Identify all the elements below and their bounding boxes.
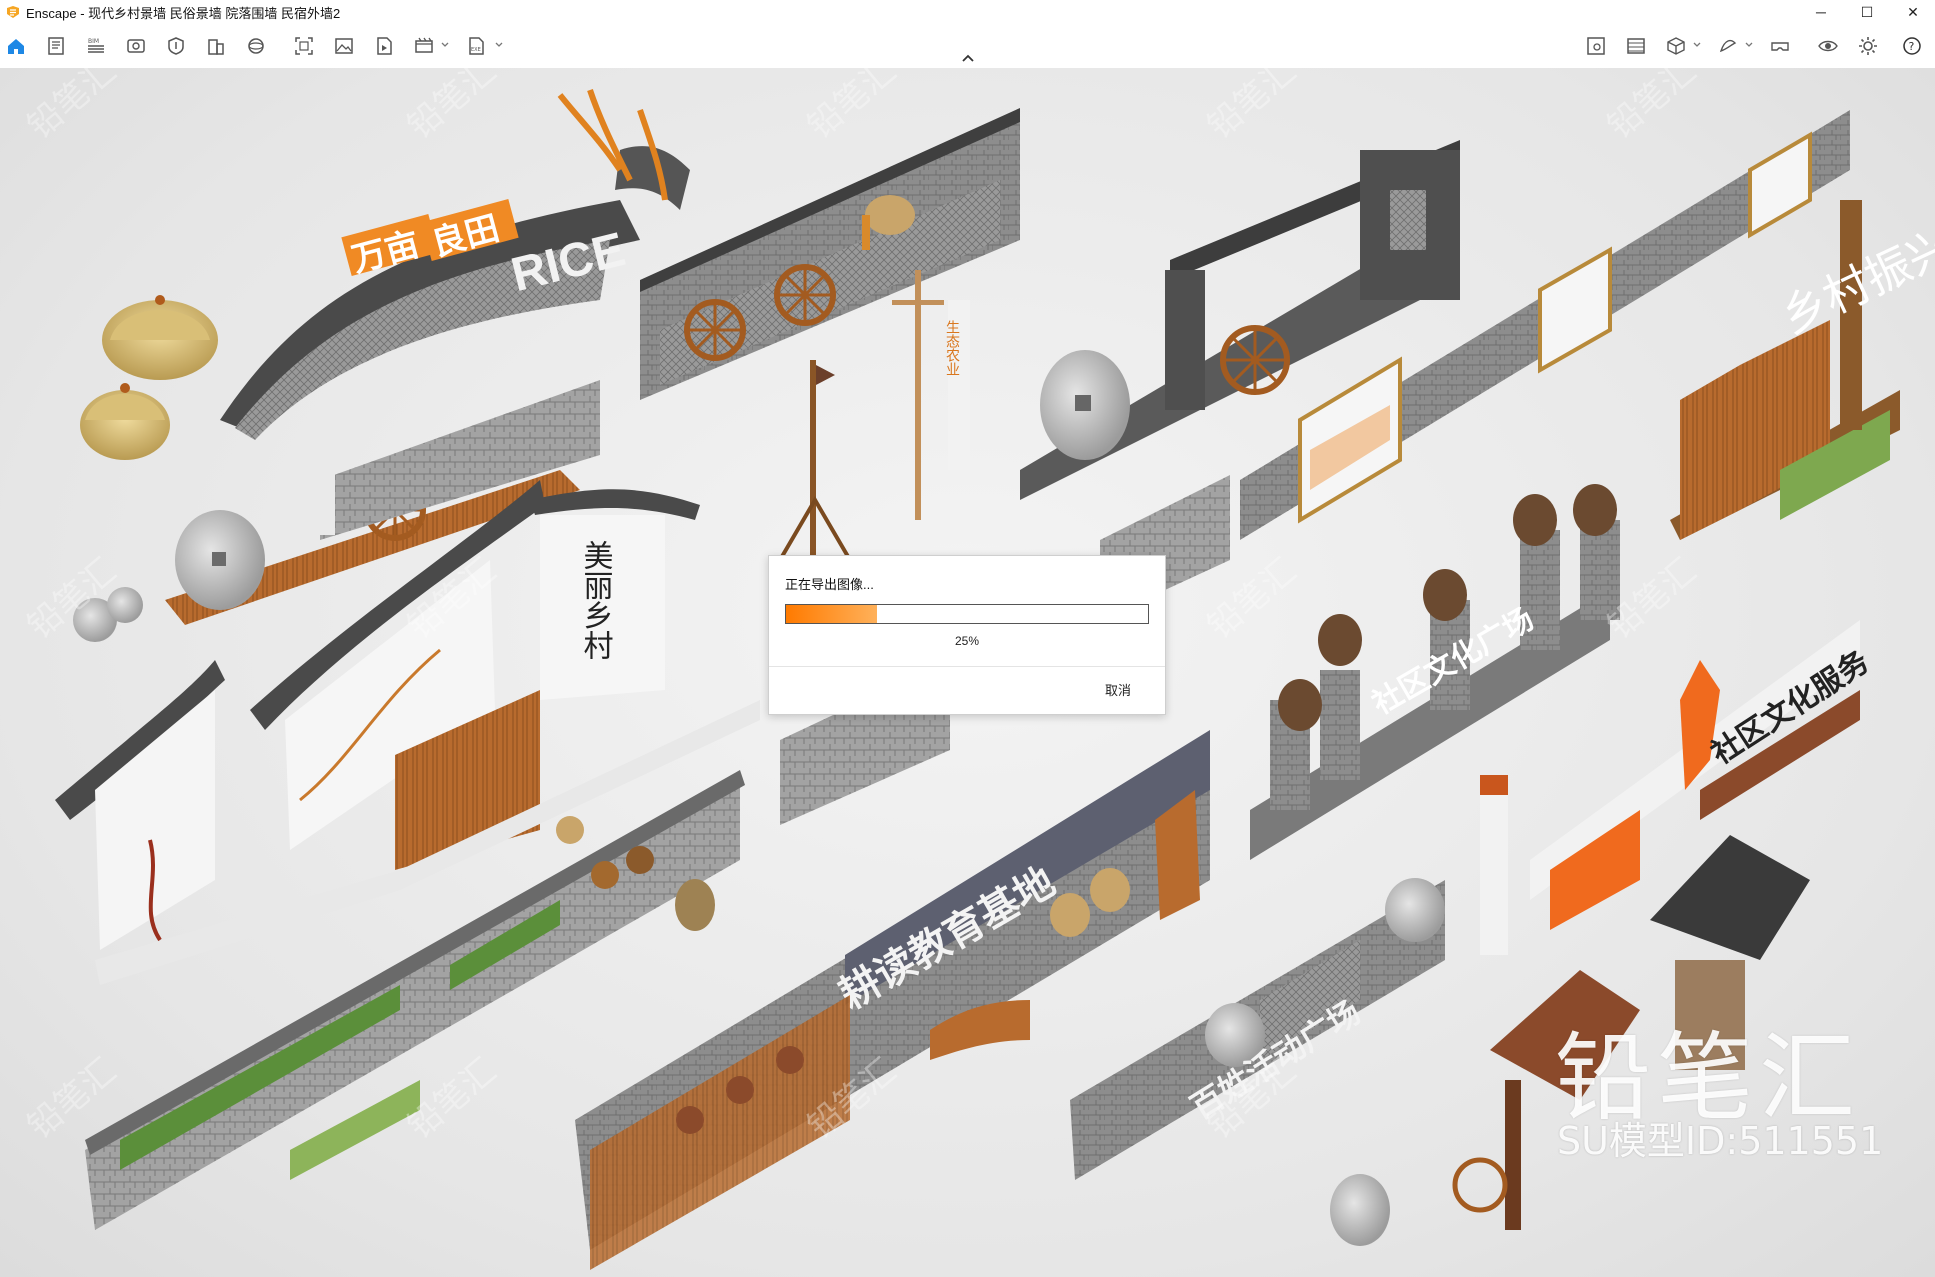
settings-panel-icon[interactable] <box>44 34 68 58</box>
close-button[interactable]: ✕ <box>1891 0 1935 24</box>
progress-fill <box>786 605 877 623</box>
watermark-text: 铅笔汇 <box>400 68 504 147</box>
collapse-toolbar-icon[interactable] <box>958 52 978 66</box>
sketch-icon[interactable] <box>1716 34 1740 58</box>
watermark-text: 铅笔汇 <box>1200 68 1304 147</box>
eye-icon[interactable] <box>1816 34 1840 58</box>
svg-text:?: ? <box>1909 40 1915 53</box>
bim-icon[interactable]: BIM <box>84 34 108 58</box>
straw-baskets <box>80 295 218 460</box>
export-progress-dialog: 正在导出图像... 25% 取消 <box>768 555 1166 715</box>
gear-icon[interactable] <box>1856 34 1880 58</box>
capture-icon[interactable] <box>292 34 316 58</box>
building-icon[interactable] <box>204 34 228 58</box>
pole-sign-text: 生态农业 <box>944 320 960 376</box>
export-dropdown-icon[interactable] <box>494 40 504 50</box>
export-progress-bar <box>785 604 1149 624</box>
svg-text:BIM: BIM <box>88 38 99 45</box>
model-dropdown-icon[interactable] <box>1692 40 1702 50</box>
asset-library-icon[interactable] <box>1584 34 1608 58</box>
visual-settings-icon[interactable] <box>164 34 188 58</box>
panorama-icon[interactable] <box>244 34 268 58</box>
batch-render-icon[interactable] <box>412 34 436 58</box>
minimize-button[interactable]: ─ <box>1799 0 1843 24</box>
video-icon[interactable] <box>372 34 396 58</box>
sketch-dropdown-icon[interactable] <box>1744 40 1754 50</box>
village-gate: 美丽乡村 <box>55 480 760 985</box>
export-icon[interactable]: EXE <box>464 34 488 58</box>
cancel-button[interactable]: 取消 <box>1105 680 1131 699</box>
watermark-text: 铅笔汇 <box>800 68 904 147</box>
window-title: Enscape - 现代乡村景墙 民俗景墙 院落围墙 民宿外墙2 <box>26 5 341 21</box>
dialog-divider <box>769 666 1165 667</box>
title-bar: Enscape - 现代乡村景墙 民俗景墙 院落围墙 民宿外墙2 ─ ☐ ✕ <box>0 0 1935 24</box>
maximize-button[interactable]: ☐ <box>1845 0 1889 24</box>
culture-square-sign: 社区文化广场 <box>1250 484 1620 860</box>
village-sign-text: 美丽乡村 <box>578 540 614 660</box>
image-icon[interactable] <box>332 34 356 58</box>
watermark-text: 铅笔汇 <box>20 68 124 147</box>
model-id-watermark: SU模型ID:511551 <box>1557 1119 1884 1163</box>
help-icon[interactable]: ? <box>1900 34 1924 58</box>
enscape-logo-icon <box>7 6 19 18</box>
material-editor-icon[interactable] <box>1624 34 1648 58</box>
dialog-title: 正在导出图像... <box>785 577 874 592</box>
model-icon[interactable] <box>1664 34 1688 58</box>
watermark-text: 铅笔汇 <box>1600 68 1704 147</box>
home-icon[interactable] <box>4 34 28 58</box>
view-icon[interactable] <box>124 34 148 58</box>
svg-text:EXE: EXE <box>471 47 481 53</box>
batch-render-dropdown-icon[interactable] <box>440 40 450 50</box>
rice-field-sign: RICE 万亩 良田 <box>220 89 690 440</box>
progress-percent: 25% <box>954 634 980 648</box>
vr-headset-icon[interactable] <box>1768 34 1792 58</box>
